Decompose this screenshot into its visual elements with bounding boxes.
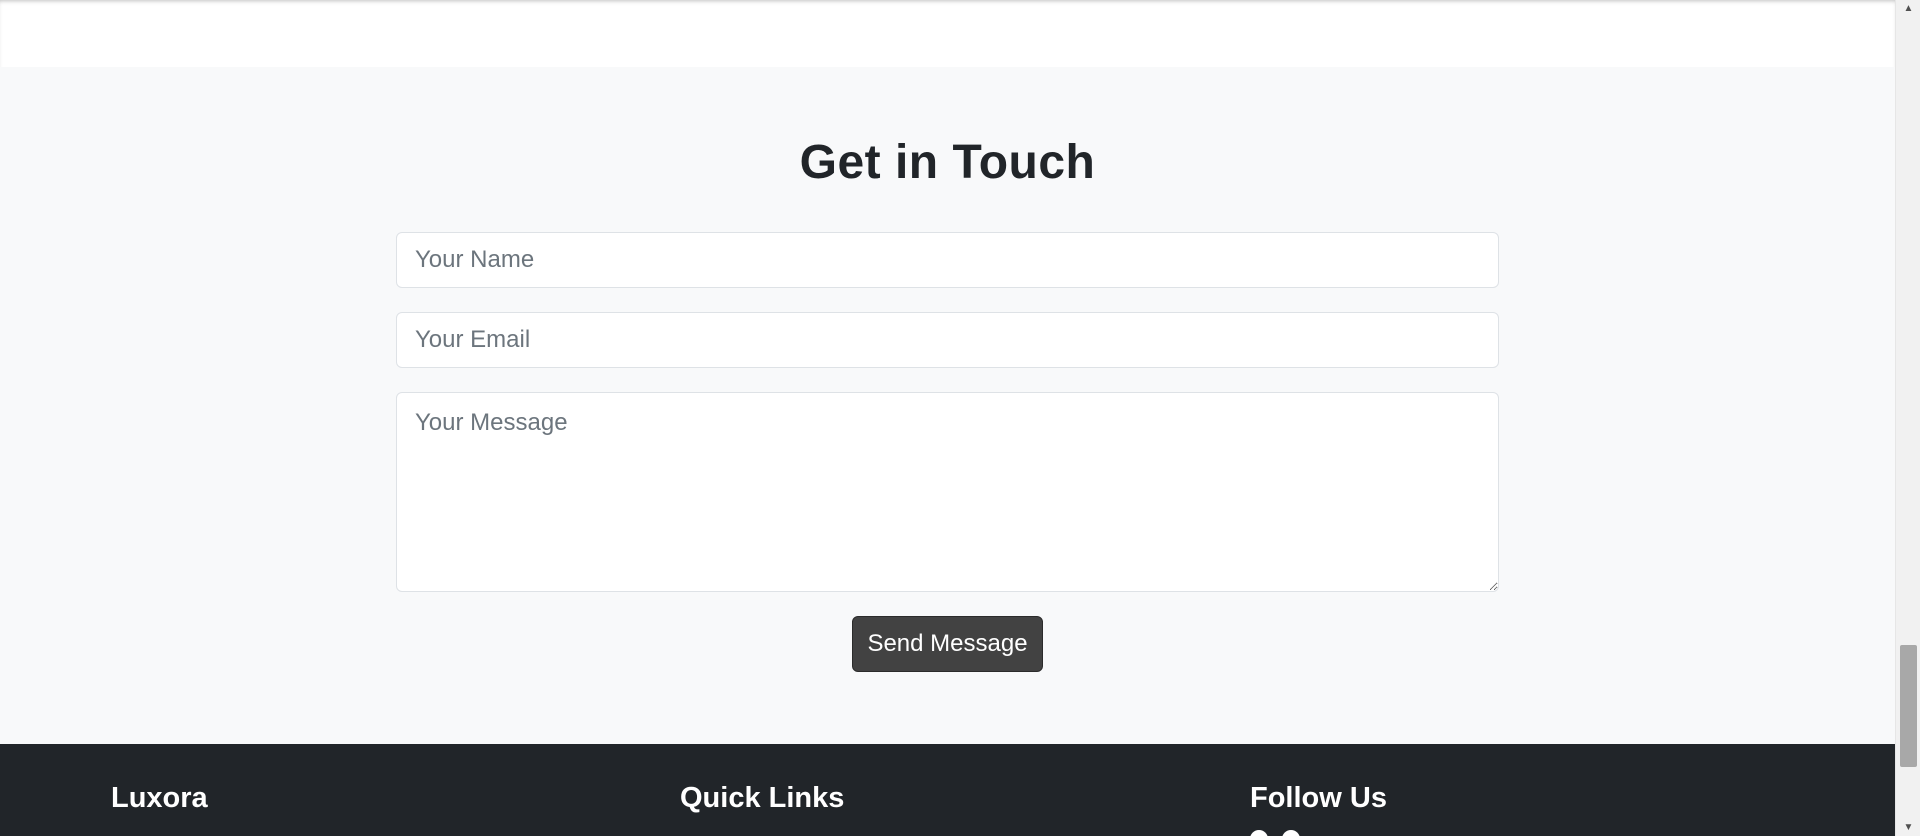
page: Get in Touch Send Message Luxora Quick L… <box>0 0 1895 836</box>
social-icons-row <box>1250 830 1330 836</box>
contact-title: Get in Touch <box>799 136 1096 189</box>
contact-section: Get in Touch Send Message <box>0 67 1895 744</box>
footer-brand: Luxora <box>111 782 208 814</box>
social-icon[interactable] <box>1282 830 1300 836</box>
previous-section-edge <box>0 0 1895 67</box>
footer-quick-links-heading: Quick Links <box>680 782 845 814</box>
message-textarea[interactable] <box>396 392 1499 592</box>
scroll-down-arrow-icon[interactable]: ▼ <box>1896 819 1920 836</box>
vertical-scrollbar[interactable]: ▲ ▼ <box>1895 0 1920 836</box>
email-input[interactable] <box>396 312 1499 368</box>
send-message-button[interactable]: Send Message <box>852 616 1043 672</box>
scroll-up-arrow-icon[interactable]: ▲ <box>1896 0 1920 17</box>
social-icon[interactable] <box>1250 830 1268 836</box>
scrollbar-thumb[interactable] <box>1900 645 1917 767</box>
name-input[interactable] <box>396 232 1499 288</box>
footer-follow-heading: Follow Us <box>1250 782 1387 814</box>
footer: Luxora Quick Links Follow Us <box>0 744 1895 836</box>
